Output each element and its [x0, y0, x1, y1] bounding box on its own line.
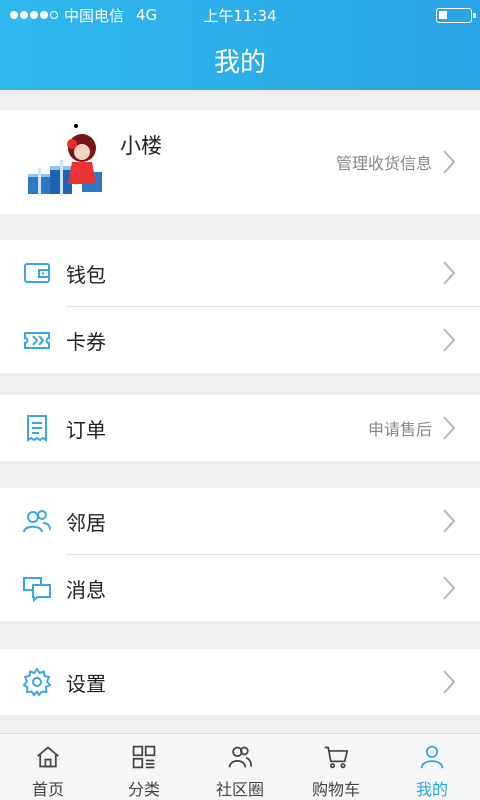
- menu-label-neighbors: 邻居: [66, 510, 106, 535]
- gear-icon: [22, 667, 52, 697]
- tab-label: 分类: [127, 780, 160, 799]
- tab-label: 购物车: [311, 780, 360, 799]
- carrier-name: 中国电信: [64, 6, 125, 25]
- tab-bar: 首页 分类 社区圈 购物车 我的: [0, 733, 480, 800]
- chevron-right-icon[interactable]: [440, 148, 458, 176]
- chevron-right-icon: [440, 414, 458, 442]
- community-icon: [228, 746, 253, 768]
- section-wallet: 钱包 卡券: [0, 240, 480, 373]
- tab-label: 首页: [31, 780, 64, 799]
- menu-label-wallet: 钱包: [66, 262, 106, 287]
- ticket-icon: [22, 325, 52, 355]
- signal-strength-icon: [10, 11, 58, 19]
- profile-card[interactable]: 小楼 管理收货信息: [0, 110, 480, 214]
- tab-me[interactable]: 我的: [384, 734, 480, 800]
- manage-address-link[interactable]: 管理收货信息: [336, 150, 432, 174]
- page-title: 我的: [213, 47, 266, 78]
- user-icon: [420, 745, 444, 769]
- cart-icon: [324, 746, 349, 769]
- wallet-icon: [22, 258, 52, 288]
- chevron-right-icon: [440, 326, 458, 354]
- tab-home[interactable]: 首页: [0, 734, 96, 800]
- chat-icon: [22, 573, 52, 603]
- menu-item-messages[interactable]: 消息: [0, 555, 480, 621]
- after-sales-link[interactable]: 申请售后: [368, 416, 432, 440]
- receipt-icon: [22, 413, 52, 443]
- chevron-right-icon: [440, 259, 458, 287]
- username: 小楼: [120, 134, 162, 158]
- clock: 上午11:34: [203, 6, 277, 25]
- tab-community[interactable]: 社区圈: [192, 734, 288, 800]
- chevron-right-icon: [440, 507, 458, 535]
- network-type: 4G: [136, 6, 158, 24]
- menu-item-wallet[interactable]: 钱包: [0, 240, 480, 306]
- tab-cart[interactable]: 购物车: [288, 734, 384, 800]
- menu-item-orders[interactable]: 订单 申请售后: [0, 395, 480, 461]
- menu-label-coupons: 卡券: [66, 329, 106, 354]
- section-orders: 订单 申请售后: [0, 395, 480, 461]
- menu-label-settings: 设置: [66, 671, 106, 696]
- battery-icon: [436, 8, 476, 23]
- tab-categories[interactable]: 分类: [96, 734, 192, 800]
- tab-label: 社区圈: [215, 780, 264, 799]
- header: 中国电信 4G 上午11:34 我的: [0, 0, 480, 90]
- chevron-right-icon: [440, 574, 458, 602]
- menu-item-neighbors[interactable]: 邻居: [0, 488, 480, 554]
- chevron-right-icon: [440, 668, 458, 696]
- menu-label-orders: 订单: [66, 417, 106, 442]
- people-icon: [22, 506, 52, 536]
- avatar[interactable]: [24, 122, 112, 206]
- menu-label-messages: 消息: [66, 577, 106, 602]
- menu-item-settings[interactable]: 设置: [0, 649, 480, 715]
- status-bar: 中国电信 4G 上午11:34: [0, 0, 480, 30]
- section-settings: 设置: [0, 649, 480, 715]
- home-icon: [37, 746, 59, 768]
- menu-item-coupons[interactable]: 卡券: [0, 307, 480, 373]
- grid-icon: [132, 745, 156, 769]
- section-social: 邻居 消息: [0, 488, 480, 621]
- tab-label: 我的: [415, 780, 448, 799]
